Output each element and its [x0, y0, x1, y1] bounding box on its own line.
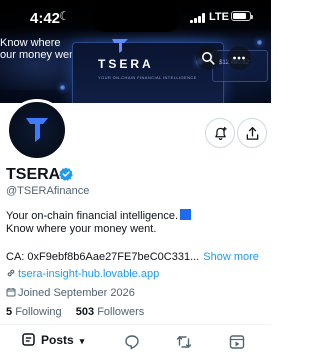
more-options-button[interactable]	[227, 46, 251, 70]
calendar-icon	[6, 288, 16, 297]
website-link-text[interactable]: tsera-insight-hub.lovable.app	[18, 268, 159, 280]
notifications-subscribe-button[interactable]	[205, 118, 235, 148]
bio-line-1: Your on-chain financial intelligence.	[6, 210, 179, 222]
share-button[interactable]	[237, 118, 267, 148]
bio-line-2: Know where your money went.	[6, 223, 157, 235]
banner-tagline: Know where our money went.	[0, 37, 81, 61]
website-link[interactable]: tsera-insight-hub.lovable.app	[6, 268, 159, 280]
share-icon	[246, 127, 259, 140]
show-more-link[interactable]: Show more	[203, 251, 259, 263]
signal-icon	[190, 13, 205, 23]
profile-banner[interactable]: Know where our money went. TSERA YOUR ON…	[0, 0, 271, 103]
network-type: LTE	[209, 11, 229, 23]
profile-handle: @TSERAfinance	[6, 185, 90, 197]
avatar[interactable]	[6, 99, 68, 161]
search-button[interactable]	[196, 46, 220, 70]
focus-moon-icon: ☾	[59, 9, 70, 23]
dynamic-island	[92, 6, 179, 32]
status-bar: 4:42 ☾ LTE	[0, 0, 271, 40]
tab-posts-label: Posts	[41, 333, 74, 347]
banner-slogan: YOUR ON-CHAIN FINANCIAL INTELLIGENCE	[98, 75, 197, 80]
bell-plus-icon	[215, 126, 227, 141]
display-name: TSERA	[6, 166, 61, 183]
more-horizontal-icon	[233, 56, 245, 60]
tab-replies[interactable]	[124, 334, 140, 350]
following-label: Following	[15, 306, 62, 318]
banner-orb	[60, 85, 65, 90]
following-count: 5	[6, 306, 13, 318]
link-icon	[7, 269, 15, 277]
search-icon	[202, 52, 215, 65]
blue-square-emoji-icon	[180, 209, 192, 220]
following-link[interactable]: 5 Following	[6, 306, 62, 318]
posts-list-icon	[22, 333, 35, 346]
banner-tagline-line2: our money went.	[0, 49, 82, 61]
joined-date: Joined September 2026	[6, 287, 135, 299]
chevron-down-icon: ▾	[79, 336, 85, 346]
banner-wordmark: TSERA	[98, 57, 154, 71]
contract-address-text: CA: 0xF9ebf8b6Aae27FE7beC0C331...	[6, 251, 200, 263]
battery-icon	[231, 11, 253, 21]
banner-orb	[257, 40, 262, 45]
tsera-avatar-logo-icon	[26, 118, 48, 142]
followers-count: 503	[75, 306, 95, 318]
tab-reposts[interactable]	[176, 334, 192, 350]
joined-date-text: Joined September 2026	[18, 287, 135, 299]
tab-media[interactable]	[229, 334, 245, 350]
profile-tab-bar: Posts ▾	[0, 324, 271, 361]
contract-address-line: CA: 0xF9ebf8b6Aae27FE7beC0C331... Show mo…	[6, 251, 259, 263]
status-time: 4:42	[30, 10, 61, 27]
profile-bio: Your on-chain financial intelligence. Kn…	[6, 209, 266, 236]
followers-label: Followers	[97, 306, 145, 318]
followers-link[interactable]: 503 Followers	[76, 306, 145, 318]
follow-counts: 5 Following 503 Followers	[6, 306, 144, 318]
verified-badge-icon[interactable]	[59, 167, 73, 181]
tab-posts[interactable]: Posts ▾	[22, 333, 84, 347]
